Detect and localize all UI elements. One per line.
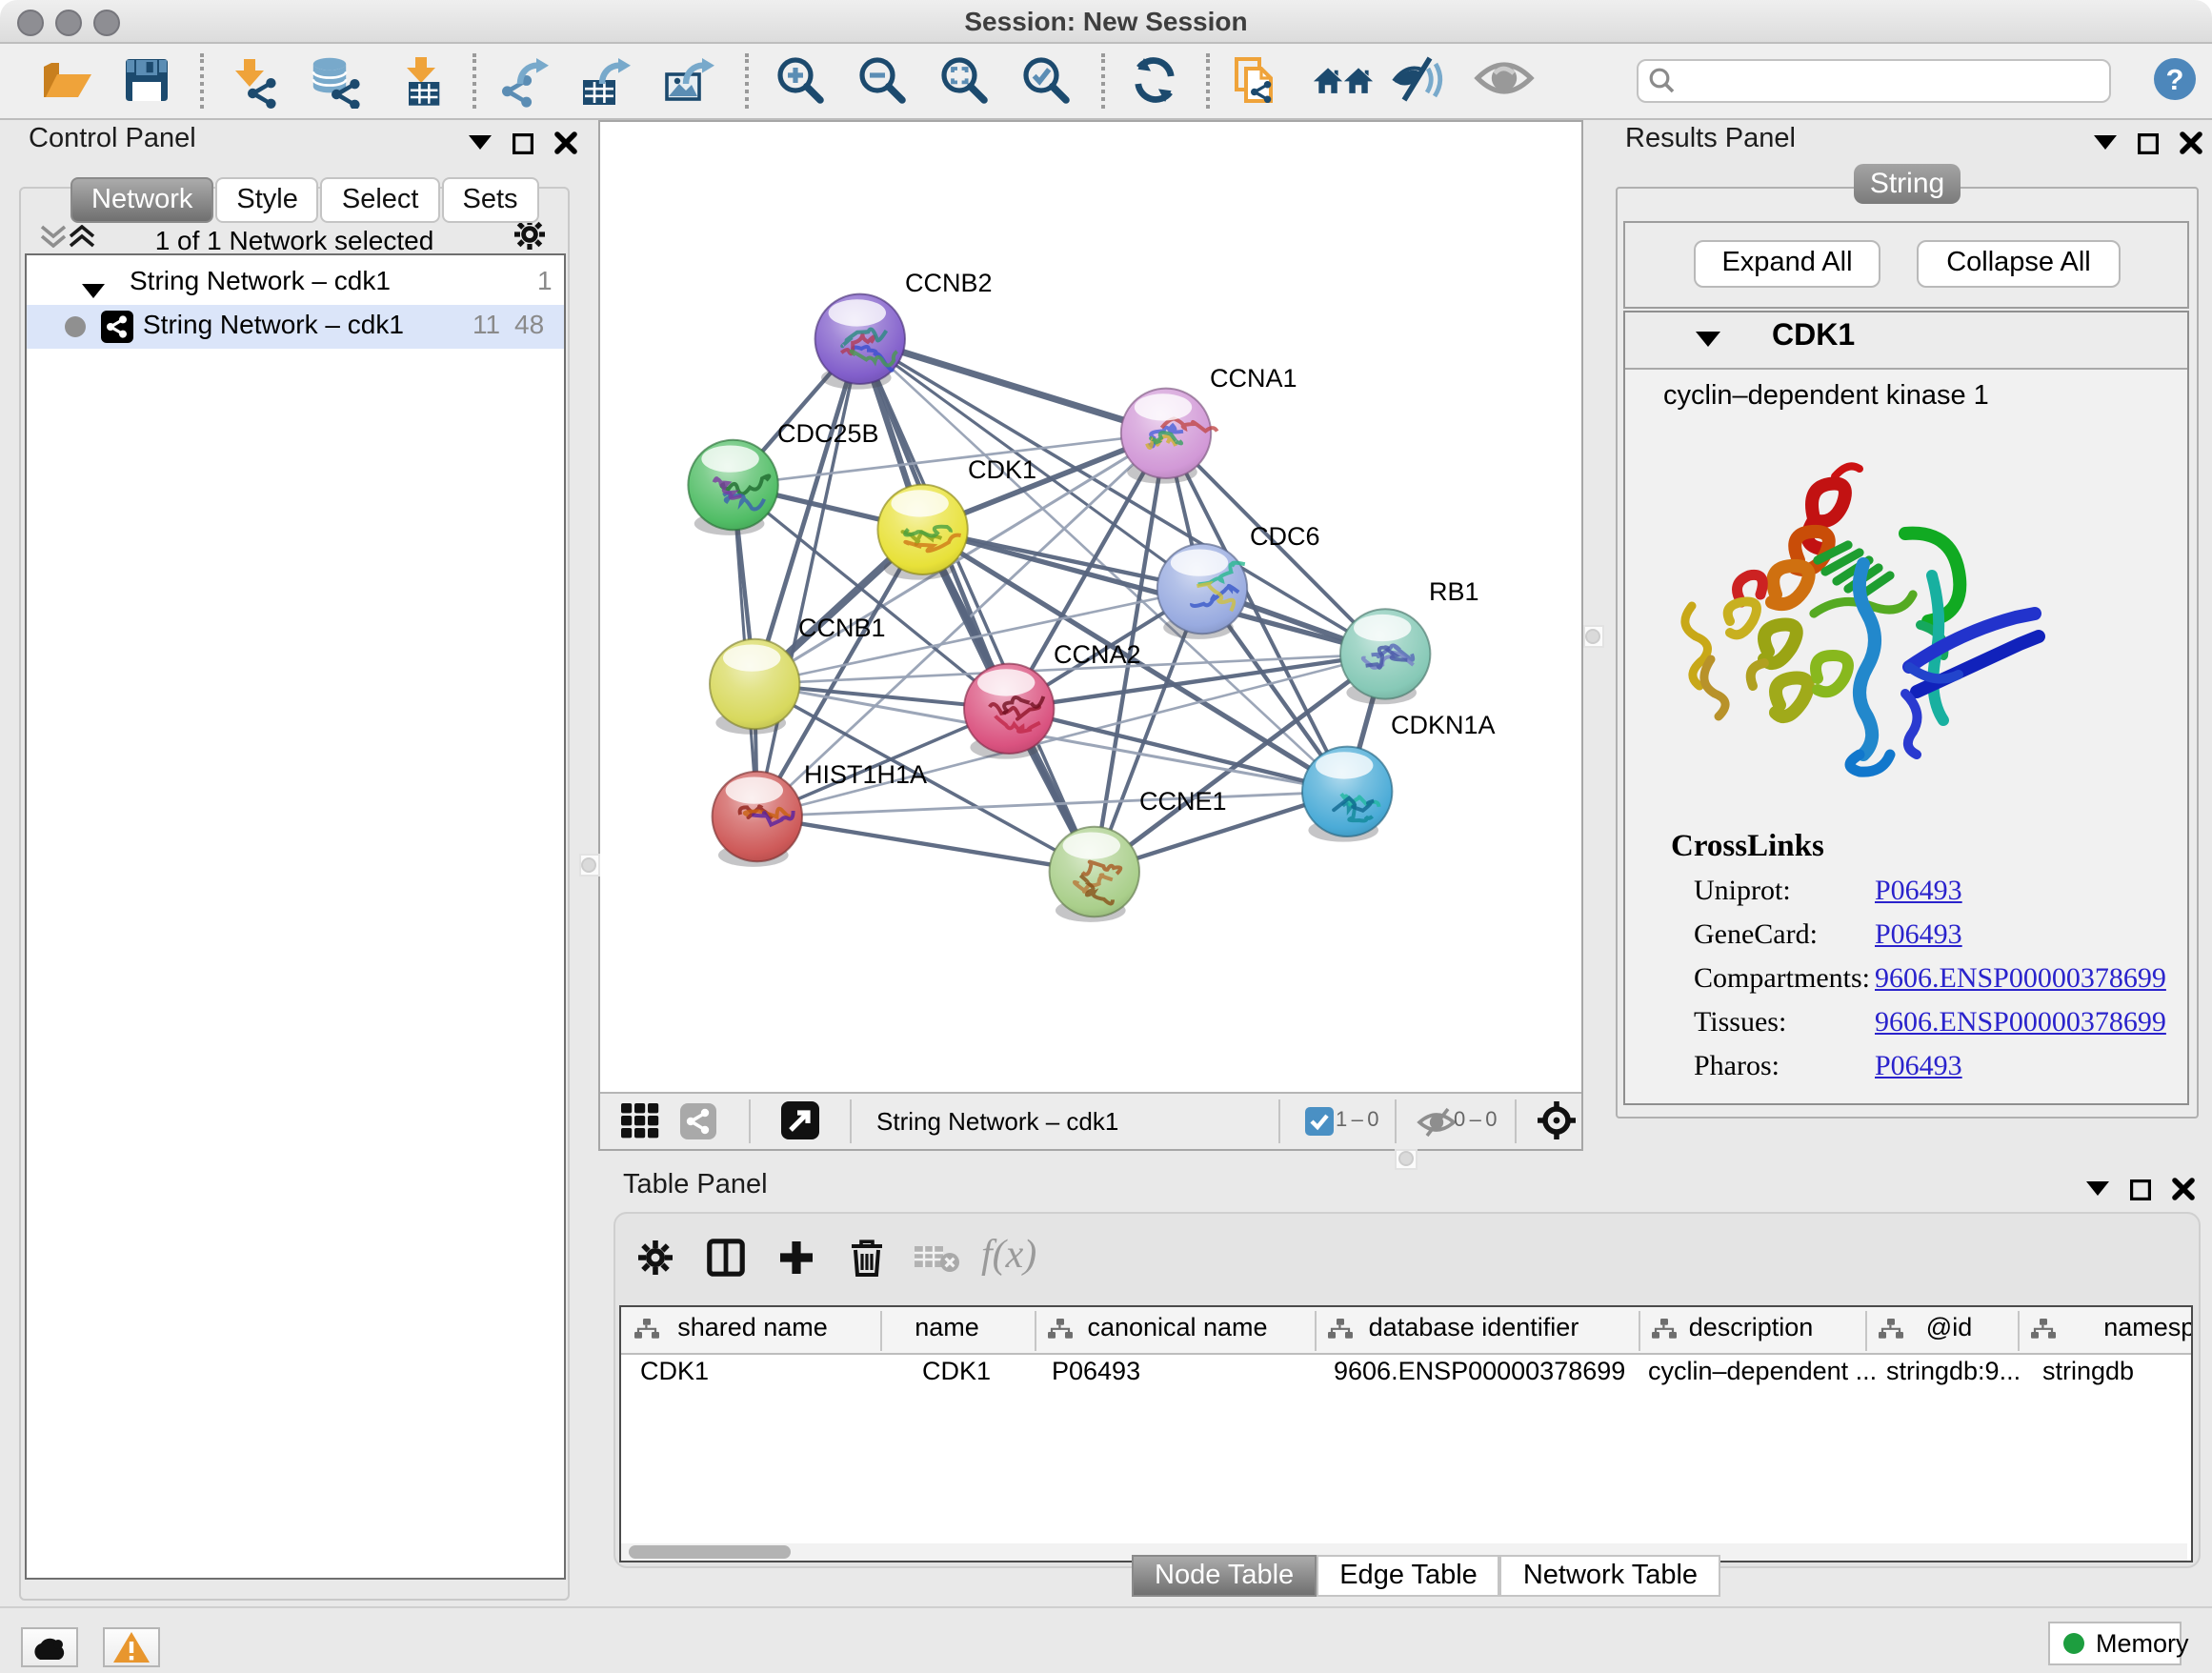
svg-text:CCNA1: CCNA1 (1210, 364, 1297, 393)
svg-text:RB1: RB1 (1429, 577, 1479, 606)
svg-text:CDC25B: CDC25B (777, 419, 879, 448)
svg-text:CDK1: CDK1 (968, 455, 1036, 484)
svg-text:CCNA2: CCNA2 (1054, 640, 1141, 669)
svg-text:?: ? (2166, 63, 2184, 96)
svg-text:CCNB2: CCNB2 (905, 269, 993, 297)
svg-text:CDC6: CDC6 (1250, 522, 1320, 551)
svg-text:CCNB1: CCNB1 (798, 614, 886, 642)
svg-text:CDKN1A: CDKN1A (1391, 711, 1496, 739)
svg-text:HIST1H1A: HIST1H1A (804, 760, 927, 789)
svg-text:CCNE1: CCNE1 (1139, 787, 1227, 816)
